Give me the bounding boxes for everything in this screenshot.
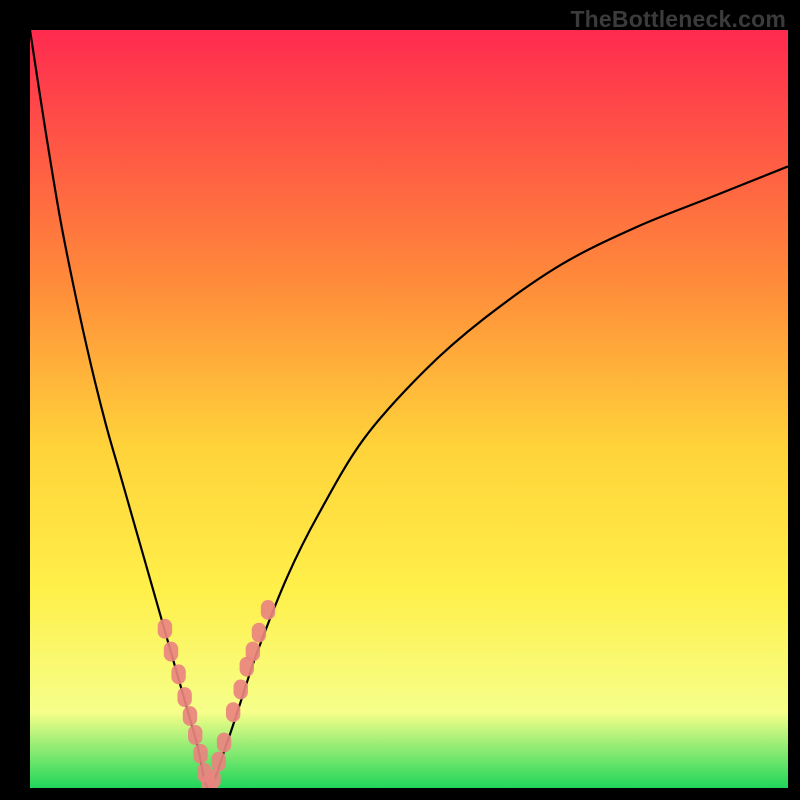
marker-bead — [177, 687, 191, 707]
marker-bead — [217, 733, 231, 753]
curve-layer — [30, 30, 788, 788]
marker-bead — [212, 752, 226, 772]
marker-bead — [188, 725, 202, 745]
marker-bead — [246, 642, 260, 662]
bottleneck-curve — [30, 30, 788, 788]
marker-bead — [193, 744, 207, 764]
marker-bead — [261, 600, 275, 620]
marker-bead — [171, 664, 185, 684]
marker-bead — [164, 642, 178, 662]
marker-bead — [206, 769, 220, 788]
marker-bead — [226, 702, 240, 722]
marker-bead — [158, 619, 172, 639]
marker-bead — [234, 680, 248, 700]
marker-bead — [183, 706, 197, 726]
marker-beads — [158, 600, 275, 788]
watermark-text: TheBottleneck.com — [570, 6, 786, 33]
chart-frame: TheBottleneck.com — [0, 0, 800, 800]
marker-bead — [252, 623, 266, 643]
plot-area — [30, 30, 788, 788]
